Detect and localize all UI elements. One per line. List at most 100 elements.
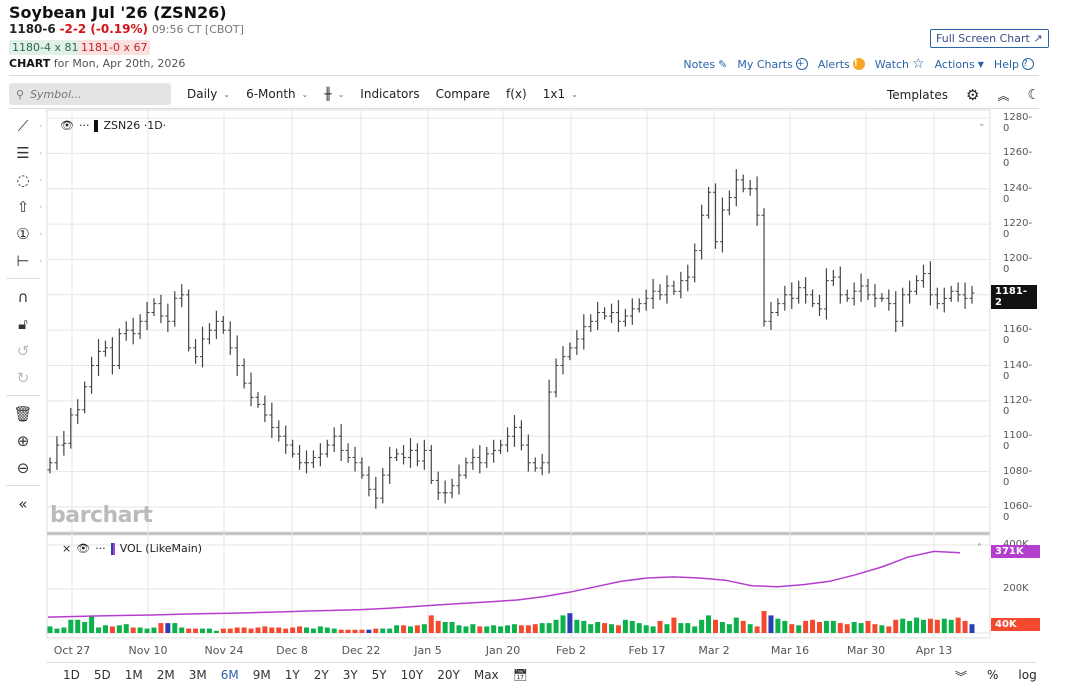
volume-bar	[345, 629, 351, 633]
volume-bar	[962, 620, 968, 633]
volume-bar	[941, 618, 947, 633]
volume-bar	[726, 624, 732, 633]
volume-bar	[82, 622, 88, 633]
volume-bar	[955, 617, 961, 633]
volume-bar	[491, 625, 497, 633]
volume-bar	[498, 626, 504, 633]
volume-bar	[553, 619, 559, 633]
volume-bar	[782, 620, 788, 633]
volume-bar	[740, 620, 746, 633]
period-6m[interactable]: 6M	[221, 668, 239, 682]
volume-bar	[615, 625, 621, 633]
volume-bar	[123, 624, 129, 633]
volume-bar	[366, 629, 372, 633]
volume-bar	[844, 624, 850, 633]
volume-bar	[816, 622, 822, 633]
volume-bar	[733, 617, 739, 633]
volume-bar	[373, 628, 379, 633]
volume-bar	[179, 627, 185, 633]
period-3m[interactable]: 3M	[189, 668, 207, 682]
period-1d[interactable]: 1D	[63, 668, 80, 682]
volume-bar	[276, 627, 282, 633]
volume-bar	[539, 623, 545, 633]
percent-toggle[interactable]: %	[987, 668, 998, 685]
more-icon[interactable]: ···	[79, 119, 90, 132]
close-icon[interactable]: ×	[62, 542, 71, 555]
volume-bar	[789, 624, 795, 633]
volume-bar	[851, 622, 857, 633]
date-axis-label: Dec 8	[276, 644, 308, 657]
more-icon[interactable]: ···	[95, 542, 106, 555]
period-5y[interactable]: 5Y	[372, 668, 387, 682]
volume-bar	[761, 611, 767, 633]
volume-bar	[227, 628, 233, 633]
volume-bar	[442, 622, 448, 633]
series-label: ZSN26 ·1D·	[103, 119, 167, 132]
period-1m[interactable]: 1M	[125, 668, 143, 682]
volume-bar	[96, 627, 102, 633]
volume-bar	[581, 620, 587, 633]
calendar-icon[interactable]: 📅︎	[513, 668, 528, 682]
volume-bar	[477, 626, 483, 633]
eye-icon[interactable]: 👁︎	[76, 542, 90, 555]
period-max[interactable]: Max	[474, 668, 499, 682]
price-volume-chart[interactable]	[0, 0, 1070, 700]
volume-bar	[629, 620, 635, 633]
volume-label: VOL (LikeMain)	[119, 542, 203, 555]
volume-bar	[130, 627, 136, 633]
volume-bar	[706, 615, 712, 633]
volume-axis-label: 200K	[1003, 583, 1029, 594]
pane-expand-icon[interactable]: ˄	[977, 543, 982, 554]
volume-bar	[532, 624, 538, 633]
volume-bar	[747, 624, 753, 633]
volume-bar	[484, 626, 490, 633]
volume-bar	[241, 627, 247, 633]
volume-bar	[75, 619, 81, 633]
volume-bar	[54, 628, 60, 633]
date-axis-label: Jan 5	[414, 644, 442, 657]
period-5d[interactable]: 5D	[94, 668, 111, 682]
volume-bar	[102, 625, 108, 633]
price-axis-label: 1220-0	[1003, 218, 1033, 241]
divider	[46, 662, 1036, 663]
period-2m[interactable]: 2M	[157, 668, 175, 682]
date-axis-label: Mar 2	[698, 644, 730, 657]
volume-bar	[317, 626, 323, 633]
volume-bar	[754, 626, 760, 633]
barchart-watermark: barchart	[50, 503, 153, 528]
volume-bar	[186, 628, 192, 633]
series-swatch	[94, 119, 99, 132]
volume-bar	[768, 615, 774, 633]
period-3y[interactable]: 3Y	[343, 668, 358, 682]
period-10y[interactable]: 10Y	[401, 668, 424, 682]
price-axis-label: 1060-0	[1003, 500, 1033, 523]
volume-bar	[380, 628, 386, 633]
period-20y[interactable]: 20Y	[437, 668, 460, 682]
eye-icon[interactable]: 👁︎	[60, 119, 74, 132]
log-toggle[interactable]: log	[1018, 668, 1036, 685]
volume-bar	[338, 629, 344, 633]
volume-bar	[172, 623, 178, 633]
volume-bar	[664, 624, 670, 633]
volume-bar	[144, 628, 150, 633]
volume-bar	[324, 627, 330, 633]
date-axis-label: Mar 30	[846, 644, 886, 657]
volume-bar	[297, 626, 303, 633]
volume-bar	[511, 624, 517, 633]
date-axis-label: Oct 27	[53, 644, 91, 657]
pane-menu-icon[interactable]: ⌄	[978, 119, 986, 129]
volume-bar	[47, 626, 53, 633]
volume-ma-label: 371K	[991, 545, 1040, 558]
scroll-down-icon[interactable]: ︾	[955, 668, 967, 685]
period-9m[interactable]: 9M	[253, 668, 271, 682]
volume-bar	[428, 615, 434, 633]
period-2y[interactable]: 2Y	[314, 668, 329, 682]
volume-bar	[948, 619, 954, 633]
volume-bar	[678, 623, 684, 633]
volume-bar	[574, 619, 580, 633]
date-axis-label: Nov 10	[128, 644, 168, 657]
period-1y[interactable]: 1Y	[285, 668, 300, 682]
volume-bar	[588, 624, 594, 633]
volume-bar	[900, 618, 906, 633]
volume-bar	[927, 618, 933, 633]
